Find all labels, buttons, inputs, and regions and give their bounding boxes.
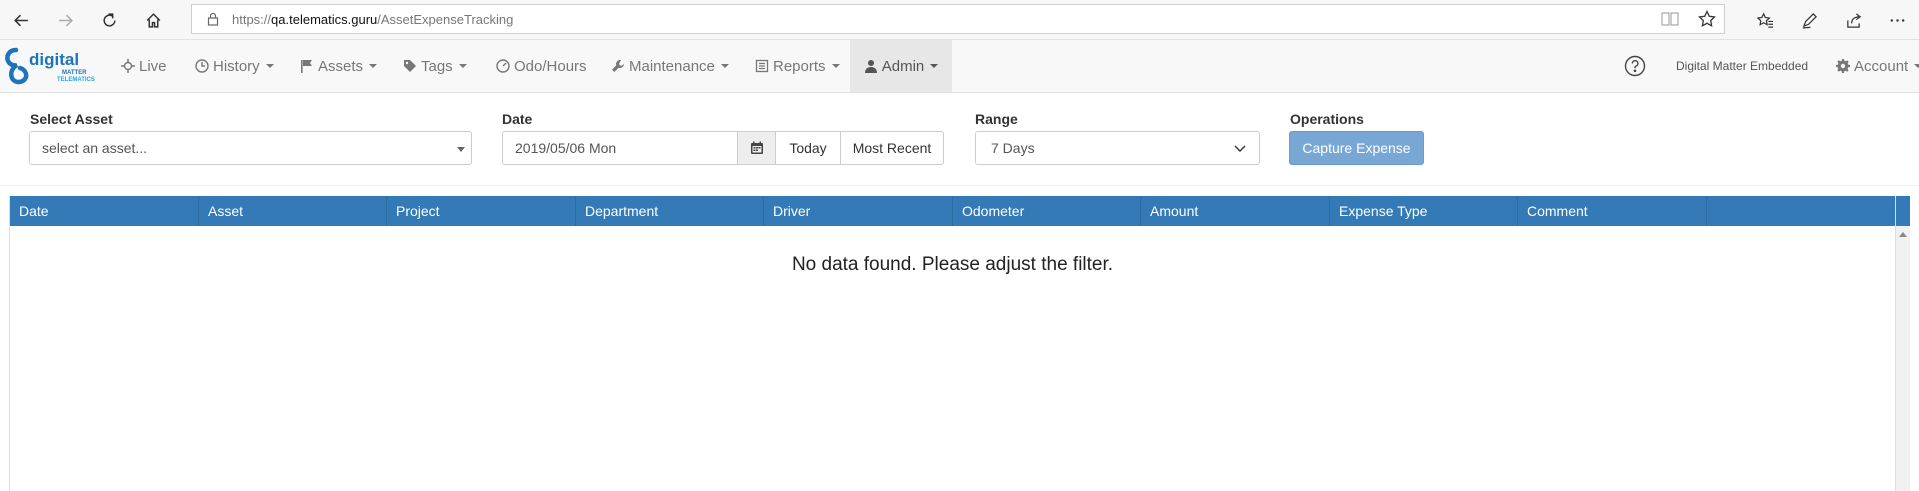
capture-expense-button[interactable]: Capture Expense <box>1289 131 1424 165</box>
svg-text:TELEMATICS: TELEMATICS <box>57 77 95 83</box>
user-icon <box>864 60 877 73</box>
chevron-down-icon <box>1914 64 1919 68</box>
nav-maintenance[interactable]: Maintenance <box>611 40 729 92</box>
calendar-icon <box>750 141 763 154</box>
forward-arrow-icon[interactable] <box>52 7 78 33</box>
chevron-down-icon <box>369 64 378 68</box>
chevron-down-icon <box>1234 145 1246 152</box>
flag-icon <box>301 60 312 73</box>
expense-table: Date Asset Project Department Driver Odo… <box>9 196 1910 491</box>
column-header-driver[interactable]: Driver <box>764 196 953 226</box>
date-label: Date <box>502 111 533 127</box>
column-header-project[interactable]: Project <box>387 196 576 226</box>
crosshair-icon <box>121 59 135 73</box>
lock-icon <box>207 12 219 26</box>
back-arrow-icon[interactable] <box>8 7 34 33</box>
column-header-department[interactable]: Department <box>576 196 764 226</box>
svg-text:MATTER: MATTER <box>62 70 87 76</box>
date-input[interactable]: 2019/05/06 Mon <box>502 131 738 165</box>
calendar-button[interactable] <box>737 131 776 165</box>
wrench-icon <box>612 60 624 72</box>
asset-select[interactable]: select an asset... <box>29 131 472 165</box>
digital-matter-logo[interactable]: digital MATTER TELEMATICS <box>4 46 100 86</box>
nav-maintenance-label: Maintenance <box>629 57 715 75</box>
column-header-actions <box>1707 196 1895 226</box>
chevron-down-icon <box>720 64 729 68</box>
more-icon[interactable] <box>1884 7 1910 33</box>
nav-reports-label: Reports <box>773 57 826 75</box>
column-header-odometer[interactable]: Odometer <box>953 196 1141 226</box>
column-header-comment[interactable]: Comment <box>1518 196 1707 226</box>
operations-label: Operations <box>1290 111 1364 127</box>
pen-icon[interactable] <box>1796 7 1822 33</box>
nav-odo-hours-label: Odo/Hours <box>514 57 587 75</box>
nav-history[interactable]: History <box>195 40 274 92</box>
scrollbar-header-cap <box>1896 196 1910 226</box>
url-text: https://qa.telematics.guru/AssetExpenseT… <box>232 12 514 27</box>
date-value: 2019/05/06 Mon <box>515 140 617 156</box>
nav-live[interactable]: Live <box>121 40 167 92</box>
range-label: Range <box>975 111 1018 127</box>
chevron-down-icon <box>457 147 465 152</box>
reading-view-icon[interactable] <box>1661 11 1679 27</box>
nav-reports[interactable]: Reports <box>755 40 840 92</box>
main-navbar: digital MATTER TELEMATICS Live History A… <box>0 40 1919 93</box>
chevron-down-icon <box>930 64 939 68</box>
svg-text:digital: digital <box>29 50 79 69</box>
favorite-star-icon[interactable] <box>1698 10 1716 28</box>
nav-tags-label: Tags <box>421 57 453 75</box>
nav-live-label: Live <box>139 57 167 75</box>
column-header-asset[interactable]: Asset <box>199 196 387 226</box>
organization-name[interactable]: Digital Matter Embedded <box>1676 40 1808 92</box>
nav-assets-label: Assets <box>318 57 364 75</box>
column-header-amount[interactable]: Amount <box>1141 196 1330 226</box>
today-button[interactable]: Today <box>775 131 841 165</box>
chevron-down-icon <box>265 64 274 68</box>
gear-icon <box>1836 59 1850 73</box>
address-bar[interactable]: https://qa.telematics.guru/AssetExpenseT… <box>191 4 1725 34</box>
table-header: Date Asset Project Department Driver Odo… <box>10 196 1895 226</box>
nav-admin[interactable]: Admin <box>850 40 952 92</box>
divider <box>0 185 1919 186</box>
table-scrollbar[interactable] <box>1895 196 1910 491</box>
gauge-icon <box>496 59 510 73</box>
share-icon[interactable] <box>1840 7 1866 33</box>
list-icon <box>755 59 769 73</box>
favorites-hub-icon[interactable] <box>1752 7 1778 33</box>
clock-icon <box>195 59 209 73</box>
nav-history-label: History <box>213 57 260 75</box>
nav-admin-label: Admin <box>881 57 925 75</box>
select-asset-label: Select Asset <box>30 111 113 127</box>
browser-toolbar: https://qa.telematics.guru/AssetExpenseT… <box>0 0 1919 40</box>
help-circle-icon[interactable] <box>1624 55 1646 77</box>
range-select[interactable]: 7 Days <box>975 131 1260 165</box>
refresh-icon[interactable] <box>96 7 122 33</box>
nav-account-label: Account <box>1854 57 1909 75</box>
tag-icon <box>404 60 416 72</box>
range-value: 7 Days <box>991 140 1035 156</box>
nav-assets[interactable]: Assets <box>300 40 378 92</box>
nav-odo-hours[interactable]: Odo/Hours <box>496 40 587 92</box>
home-icon[interactable] <box>140 7 166 33</box>
empty-table-message: No data found. Please adjust the filter. <box>791 254 1114 275</box>
column-header-expense-type[interactable]: Expense Type <box>1330 196 1518 226</box>
chevron-down-icon <box>458 64 467 68</box>
nav-account[interactable]: Account <box>1836 40 1919 92</box>
column-header-date[interactable]: Date <box>10 196 199 226</box>
asset-select-value: select an asset... <box>42 140 148 156</box>
chevron-down-icon <box>831 64 840 68</box>
most-recent-button[interactable]: Most Recent <box>840 131 944 165</box>
nav-tags[interactable]: Tags <box>403 40 467 92</box>
scroll-up-arrow-icon[interactable] <box>1899 232 1907 237</box>
